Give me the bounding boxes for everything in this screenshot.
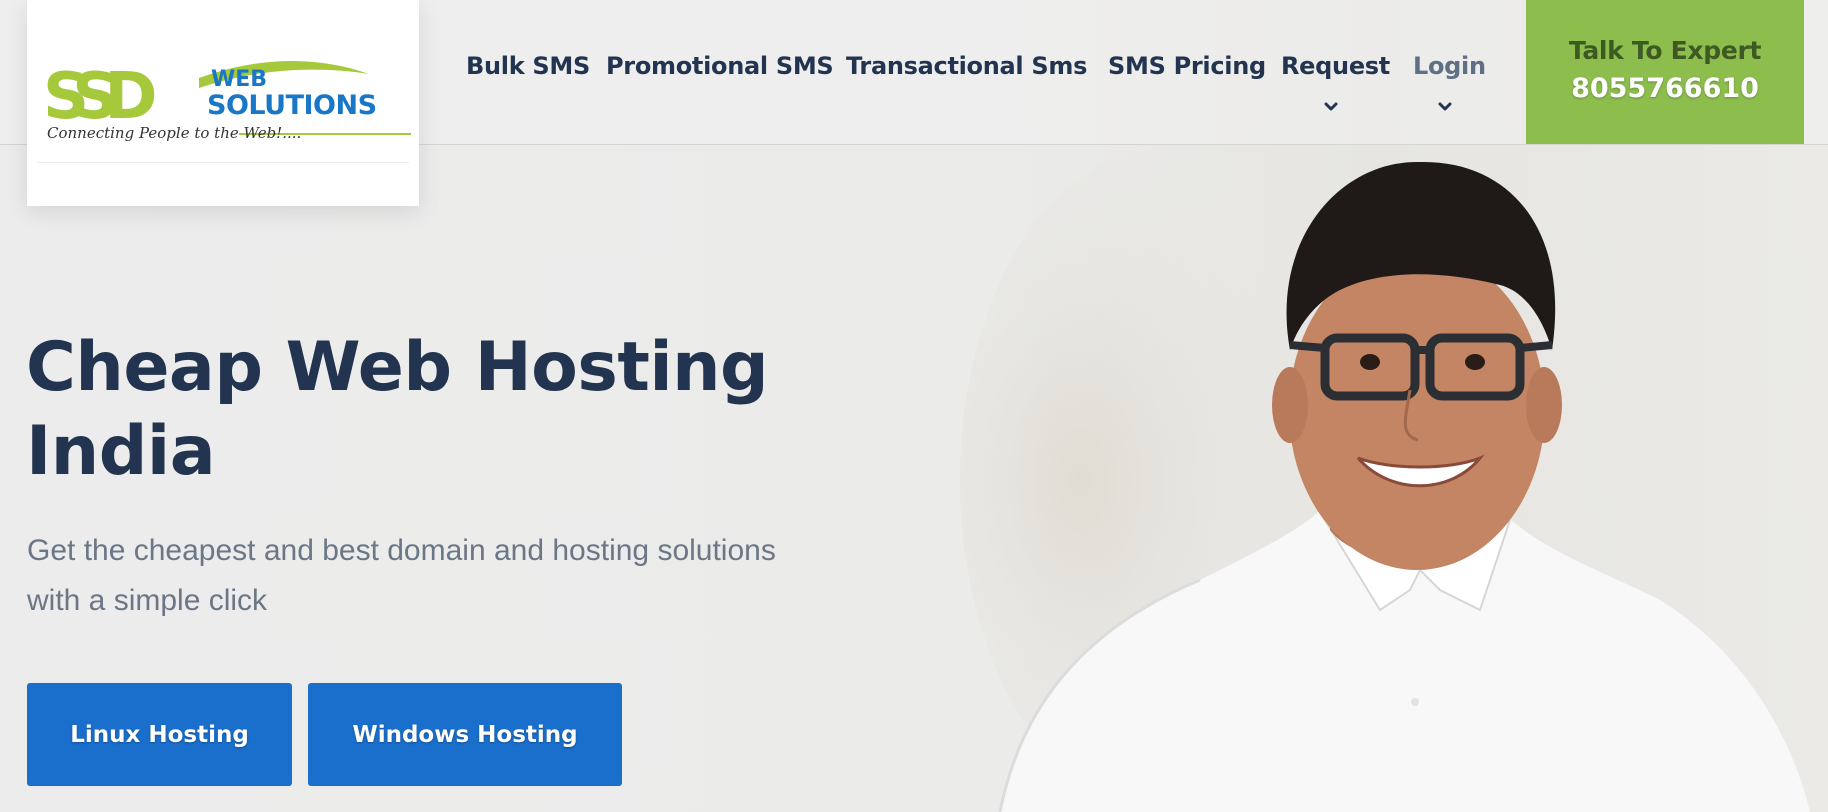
hero-subtitle: Get the cheapest and best domain and hos… [27, 526, 867, 626]
chevron-down-icon[interactable] [1324, 100, 1338, 114]
hero-title-line-1: Cheap Web Hosting [26, 328, 769, 407]
nav-transactional-sms[interactable]: Transactional Sms [846, 52, 1087, 80]
nav-request[interactable]: Request [1281, 52, 1390, 80]
chevron-down-icon[interactable] [1438, 100, 1452, 114]
logo-mark: SSD WEB SOLUTIONS Connecting People to t… [43, 60, 411, 142]
linux-hosting-button[interactable]: Linux Hosting [27, 683, 292, 786]
talk-to-expert-button[interactable]: Talk To Expert 8055766610 [1526, 0, 1804, 144]
cta-phone-number: 8055766610 [1571, 73, 1759, 104]
nav-promotional-sms[interactable]: Promotional SMS [606, 52, 834, 80]
hero-title: Cheap Web Hosting India [26, 326, 846, 494]
hero-subtitle-line-2: with a simple click [27, 584, 268, 617]
logo-letters: SSD [43, 60, 154, 134]
hero-subtitle-line-1: Get the cheapest and best domain and hos… [27, 534, 776, 567]
logo-divider [37, 162, 409, 163]
nav-login[interactable]: Login [1413, 52, 1486, 80]
cta-label: Talk To Expert [1568, 36, 1762, 65]
logo-word-web: WEB [211, 67, 267, 92]
site-logo[interactable]: SSD WEB SOLUTIONS Connecting People to t… [27, 0, 419, 206]
nav-bulk-sms[interactable]: Bulk SMS [466, 52, 590, 80]
nav-sms-pricing[interactable]: SMS Pricing [1108, 52, 1266, 80]
logo-tagline: Connecting People to the Web!.... [47, 124, 301, 142]
logo-word-solutions: SOLUTIONS [207, 90, 377, 121]
hero-person-image [960, 150, 1810, 812]
windows-hosting-button[interactable]: Windows Hosting [308, 683, 622, 786]
hero-title-line-2: India [26, 412, 216, 491]
